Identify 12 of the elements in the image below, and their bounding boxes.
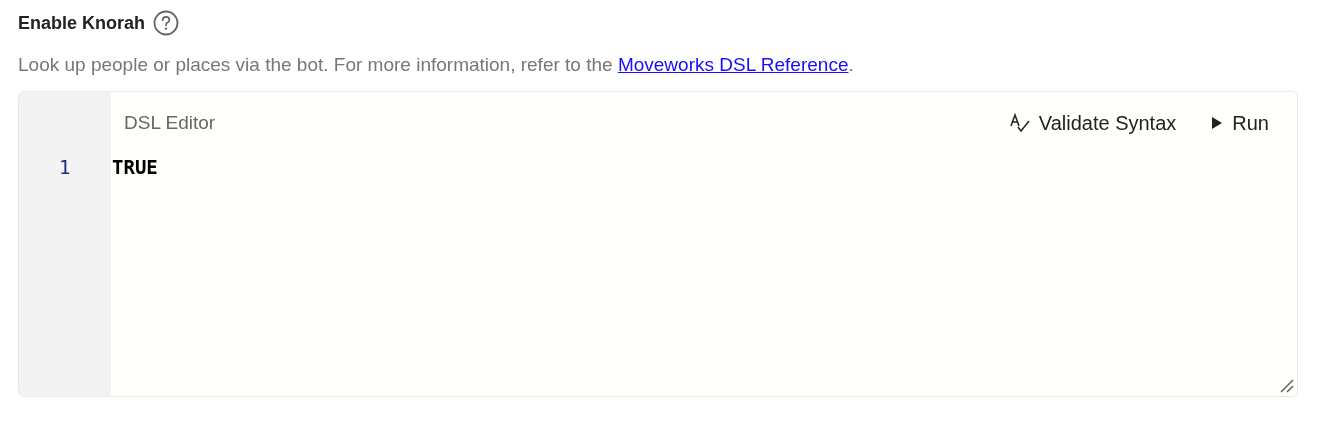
validate-button[interactable]: Validate Syntax [1008, 111, 1177, 135]
resize-handle-icon[interactable] [1280, 379, 1294, 393]
code-editor[interactable]: DSL Editor Validate Syntax Run 1 TRUE [18, 91, 1298, 397]
help-icon[interactable] [153, 10, 180, 36]
run-button[interactable]: Run [1210, 111, 1269, 135]
description-text: Look up people or places via the bot. For more information, refer to the Moveworks DSL Reference. [18, 53, 855, 77]
reference-link[interactable]: Moveworks DSL Reference [617, 54, 849, 75]
editor-label: DSL Editor [124, 112, 216, 134]
line-number: 1 [59, 156, 71, 178]
code-line: TRUE [112, 156, 158, 178]
spell-check-icon [1008, 112, 1031, 134]
section-title: Enable Knorah [18, 12, 146, 34]
